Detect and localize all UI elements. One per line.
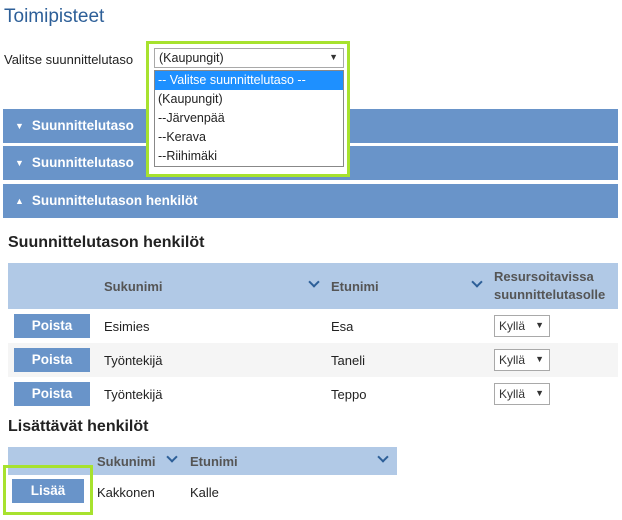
- sort-chevron-icon[interactable]: [308, 276, 320, 288]
- cell-etunimi: Teppo: [331, 387, 367, 402]
- level-select[interactable]: (Kaupungit) ▼: [154, 48, 344, 68]
- col-etunimi[interactable]: Etunimi: [331, 279, 379, 294]
- option-jarvenpaa[interactable]: --Järvenpää: [155, 109, 343, 128]
- dropdown-arrow-icon: ▼: [535, 354, 544, 364]
- level-select-label: Valitse suunnittelutaso: [4, 52, 134, 67]
- dropdown-arrow-icon: ▼: [329, 52, 338, 62]
- persons-title: Suunnittelutason henkilöt: [8, 234, 205, 251]
- col-resursoitavissa[interactable]: Resursoitavissa: [494, 269, 594, 284]
- col-etunimi[interactable]: Etunimi: [190, 454, 238, 469]
- poista-button[interactable]: Poista: [14, 348, 90, 372]
- cell-sukunimi: Työntekijä: [104, 353, 163, 368]
- persons-table: Sukunimi Etunimi Resursoitavissa suunnit…: [8, 263, 618, 411]
- chevron-down-icon: ▼: [15, 121, 24, 131]
- cell-etunimi: Kalle: [190, 485, 219, 500]
- resource-select[interactable]: Kyllä ▼: [494, 383, 550, 405]
- resource-select[interactable]: Kyllä ▼: [494, 315, 550, 337]
- col-sukunimi[interactable]: Sukunimi: [97, 454, 156, 469]
- poista-button[interactable]: Poista: [14, 382, 90, 406]
- resource-select[interactable]: Kyllä ▼: [494, 349, 550, 371]
- additions-title: Lisättävät henkilöt: [8, 418, 149, 435]
- level-select-options: -- Valitse suunnittelutaso -- (Kaupungit…: [154, 70, 344, 167]
- table-row: Poista Työntekijä Taneli Kyllä ▼: [8, 343, 618, 377]
- sort-chevron-icon[interactable]: [166, 451, 178, 463]
- chevron-down-icon: ▼: [15, 158, 24, 168]
- accordion-label: Suunnittelutason henkilöt: [31, 193, 198, 208]
- cell-sukunimi: Kakkonen: [97, 485, 155, 500]
- resource-select-value: Kyllä: [499, 319, 526, 333]
- col-resursoitavissa-line2: suunnittelutasolle: [494, 287, 606, 302]
- dropdown-arrow-icon: ▼: [535, 320, 544, 330]
- persons-table-header: Sukunimi Etunimi Resursoitavissa suunnit…: [8, 263, 618, 309]
- col-sukunimi[interactable]: Sukunimi: [104, 279, 163, 294]
- level-select-value: (Kaupungit): [159, 51, 224, 65]
- accordion-label: Suunnittelutaso: [31, 118, 134, 133]
- level-select-highlight: (Kaupungit) ▼ -- Valitse suunnittelutaso…: [146, 41, 350, 177]
- lisaa-highlight: Lisää: [3, 465, 93, 515]
- table-row: Poista Työntekijä Teppo Kyllä ▼: [8, 377, 618, 411]
- cell-sukunimi: Esimies: [104, 319, 150, 334]
- page-title: Toimipisteet: [4, 6, 105, 27]
- poista-button[interactable]: Poista: [14, 314, 90, 338]
- sort-chevron-icon[interactable]: [377, 451, 389, 463]
- option-kerava[interactable]: --Kerava: [155, 128, 343, 147]
- dropdown-arrow-icon: ▼: [535, 388, 544, 398]
- lisaa-button[interactable]: Lisää: [12, 479, 84, 503]
- cell-sukunimi: Työntekijä: [104, 387, 163, 402]
- option-riihimaki[interactable]: --Riihimäki: [155, 147, 343, 166]
- table-row: Poista Esimies Esa Kyllä ▼: [8, 309, 618, 343]
- resource-select-value: Kyllä: [499, 387, 526, 401]
- option-kaupungit[interactable]: (Kaupungit): [155, 90, 343, 109]
- cell-etunimi: Esa: [331, 319, 354, 334]
- option-choose[interactable]: -- Valitse suunnittelutaso --: [155, 71, 343, 90]
- accordion-label: Suunnittelutaso: [31, 155, 134, 170]
- accordion-level-persons[interactable]: ▲ Suunnittelutason henkilöt: [3, 184, 618, 218]
- chevron-up-icon: ▲: [15, 196, 24, 206]
- resource-select-value: Kyllä: [499, 353, 526, 367]
- cell-etunimi: Taneli: [331, 353, 365, 368]
- sort-chevron-icon[interactable]: [471, 276, 483, 288]
